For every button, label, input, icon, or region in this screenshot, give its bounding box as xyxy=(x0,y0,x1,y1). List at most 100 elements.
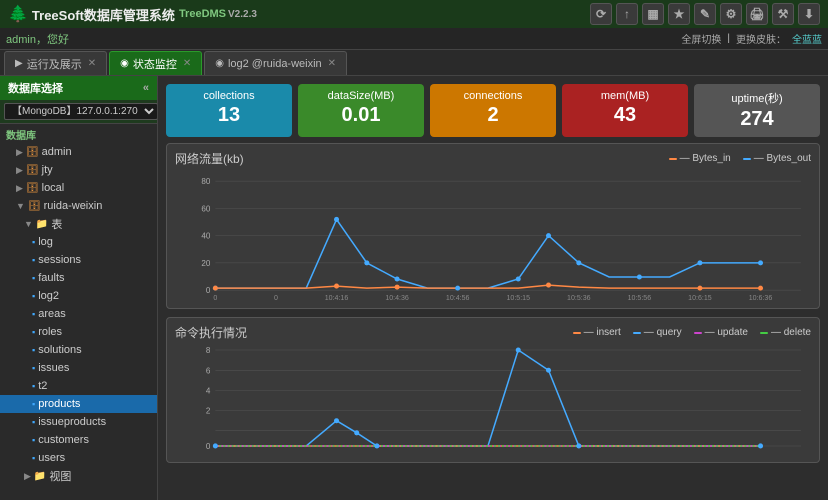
tree-item-admin[interactable]: ▶ 🗄 admin xyxy=(0,143,157,161)
db-section-label: 数据库 xyxy=(0,124,157,143)
edit-icon[interactable]: ✎ xyxy=(694,3,716,25)
tree-label-log: log xyxy=(38,236,53,248)
tree-label-products: products xyxy=(38,398,80,410)
stats-bar: collections 13 dataSize(MB) 0.01 connect… xyxy=(158,76,828,143)
tab-run-label: 运行及展示 xyxy=(27,56,82,72)
sidebar: 数据库选择 « 【MongoDB】127.0.0.1:270 数据库 ▶ 🗄 a… xyxy=(0,76,158,500)
bytes-out-line xyxy=(215,219,760,288)
tab-log2-close[interactable]: ✕ xyxy=(328,58,336,69)
tree-item-users[interactable]: ▪ users xyxy=(0,449,157,467)
titlebar: 🌲 TreeSoft数据库管理系统 TreeDMS V2.2.3 ⟳ ↑ ▦ ★… xyxy=(0,0,828,28)
tab-log2-label: log2 @ruida-weixin xyxy=(228,58,322,70)
tree-item-log[interactable]: ▪ log xyxy=(0,233,157,251)
svg-text:40: 40 xyxy=(201,232,210,241)
svg-text:10:4:36: 10:4:36 xyxy=(385,295,409,302)
tree-item-issueproducts[interactable]: ▪ issueproducts xyxy=(0,413,157,431)
sidebar-collapse-btn[interactable]: « xyxy=(143,82,149,94)
fullscreen-btn[interactable]: 全屏切换 xyxy=(681,31,721,46)
tree-label-roles: roles xyxy=(38,326,62,338)
up-icon[interactable]: ↑ xyxy=(616,3,638,25)
legend-dot-bytesout xyxy=(743,158,751,160)
dot-bytesout-2 xyxy=(334,217,339,222)
svg-text:10:5:56: 10:5:56 xyxy=(628,295,652,302)
stat-uptime: uptime(秒) 274 xyxy=(694,84,820,137)
legend-insert: — insert xyxy=(573,327,621,338)
legend-label-insert: — insert xyxy=(584,327,621,338)
tab-run-icon: ▶ xyxy=(15,58,23,69)
tree-item-products[interactable]: ▪ products xyxy=(0,395,157,413)
stat-mem: mem(MB) 43 xyxy=(562,84,688,137)
arrow-local: ▶ xyxy=(16,183,23,194)
legend-dot-insert xyxy=(573,332,581,334)
tab-monitor[interactable]: ◉ 状态监控 ✕ xyxy=(109,51,202,75)
star-icon[interactable]: ★ xyxy=(668,3,690,25)
svg-text:20: 20 xyxy=(201,259,210,268)
tree-item-sessions[interactable]: ▪ sessions xyxy=(0,251,157,269)
download-icon[interactable]: ⬇ xyxy=(798,3,820,25)
legend-label-query: — query xyxy=(644,327,682,338)
svg-text:60: 60 xyxy=(201,204,210,213)
content-area: collections 13 dataSize(MB) 0.01 connect… xyxy=(158,76,828,500)
legend-dot-delete xyxy=(760,332,768,334)
arrow-jty: ▶ xyxy=(16,165,23,176)
tree-item-tables[interactable]: ▼ 📁 表 xyxy=(0,215,157,233)
doc-icon-issueproducts: ▪ xyxy=(32,417,35,427)
stat-collections-value: 13 xyxy=(176,104,282,127)
doc-icon-products: ▪ xyxy=(32,399,35,409)
tree-item-issues[interactable]: ▪ issues xyxy=(0,359,157,377)
app-title: TreeSoft数据库管理系统 xyxy=(32,5,175,24)
refresh-icon[interactable]: ⟳ xyxy=(590,3,612,25)
bytes-in-line xyxy=(215,285,760,288)
db-select[interactable]: 【MongoDB】127.0.0.1:270 xyxy=(4,103,158,120)
tab-run[interactable]: ▶ 运行及展示 ✕ xyxy=(4,51,107,75)
tree-label-issueproducts: issueproducts xyxy=(38,416,106,428)
stat-datasize-label: dataSize(MB) xyxy=(308,90,414,102)
tree-item-areas[interactable]: ▪ areas xyxy=(0,305,157,323)
gear-icon[interactable]: ⚙ xyxy=(720,3,742,25)
charts-container: 网络流量(kb) — Bytes_in — Bytes_out xyxy=(158,143,828,500)
skin-label: 更换皮肤： xyxy=(736,31,786,46)
legend-dot-update xyxy=(694,332,702,334)
legend-bytes-out: — Bytes_out xyxy=(743,153,811,164)
svg-text:0: 0 xyxy=(206,442,211,451)
tree-item-solutions[interactable]: ▪ solutions xyxy=(0,341,157,359)
stat-datasize: dataSize(MB) 0.01 xyxy=(298,84,424,137)
tool-icon[interactable]: ⚒ xyxy=(772,3,794,25)
legend-label-bytesout: — Bytes_out xyxy=(754,153,811,164)
svg-text:4: 4 xyxy=(206,387,211,396)
tree-item-log2[interactable]: ▪ log2 xyxy=(0,287,157,305)
commands-chart-svg: 8 6 4 2 0 xyxy=(175,345,811,456)
legend-dot-query xyxy=(633,332,641,334)
tree-item-jty[interactable]: ▶ 🗄 jty xyxy=(0,161,157,179)
doc-icon-log: ▪ xyxy=(32,237,35,247)
tree-item-t2[interactable]: ▪ t2 xyxy=(0,377,157,395)
table-icon[interactable]: ▦ xyxy=(642,3,664,25)
doc-icon-users: ▪ xyxy=(32,453,35,463)
tree-item-ruida[interactable]: ▼ 🗄 ruida-weixin xyxy=(0,197,157,215)
tabbar: ▶ 运行及展示 ✕ ◉ 状态监控 ✕ ◉ log2 @ruida-weixin … xyxy=(0,50,828,76)
legend-label-bytesin: — Bytes_in xyxy=(680,153,731,164)
stat-uptime-value: 274 xyxy=(704,108,810,131)
tree-item-faults[interactable]: ▪ faults xyxy=(0,269,157,287)
tree-item-views[interactable]: ▶ 📁 视图 xyxy=(0,467,157,485)
skin-value[interactable]: 全蓝蓝 xyxy=(792,31,822,46)
tab-run-close[interactable]: ✕ xyxy=(88,58,96,69)
tab-log2[interactable]: ◉ log2 @ruida-weixin ✕ xyxy=(204,51,347,75)
tree-label-sessions: sessions xyxy=(38,254,81,266)
svg-text:10:5:15: 10:5:15 xyxy=(506,295,530,302)
tree-item-roles[interactable]: ▪ roles xyxy=(0,323,157,341)
tree-item-customers[interactable]: ▪ customers xyxy=(0,431,157,449)
titlebar-right: ⟳ ↑ ▦ ★ ✎ ⚙ 🖨 ⚒ ⬇ xyxy=(590,3,820,25)
main: 数据库选择 « 【MongoDB】127.0.0.1:270 数据库 ▶ 🗄 a… xyxy=(0,76,828,500)
network-legend: — Bytes_in — Bytes_out xyxy=(669,153,811,164)
tree-item-local[interactable]: ▶ 🗄 local xyxy=(0,179,157,197)
doc-icon-log2: ▪ xyxy=(32,291,35,301)
commands-chart-panel: 命令执行情况 — insert — query — update xyxy=(166,317,820,463)
print-icon[interactable]: 🖨 xyxy=(746,3,768,25)
tree-label-admin: admin xyxy=(42,146,72,158)
svg-text:80: 80 xyxy=(201,177,210,186)
network-title-text: 网络流量(kb) xyxy=(175,150,244,167)
doc-icon-faults: ▪ xyxy=(32,273,35,283)
tab-monitor-close[interactable]: ✕ xyxy=(183,58,191,69)
legend-delete: — delete xyxy=(760,327,811,338)
